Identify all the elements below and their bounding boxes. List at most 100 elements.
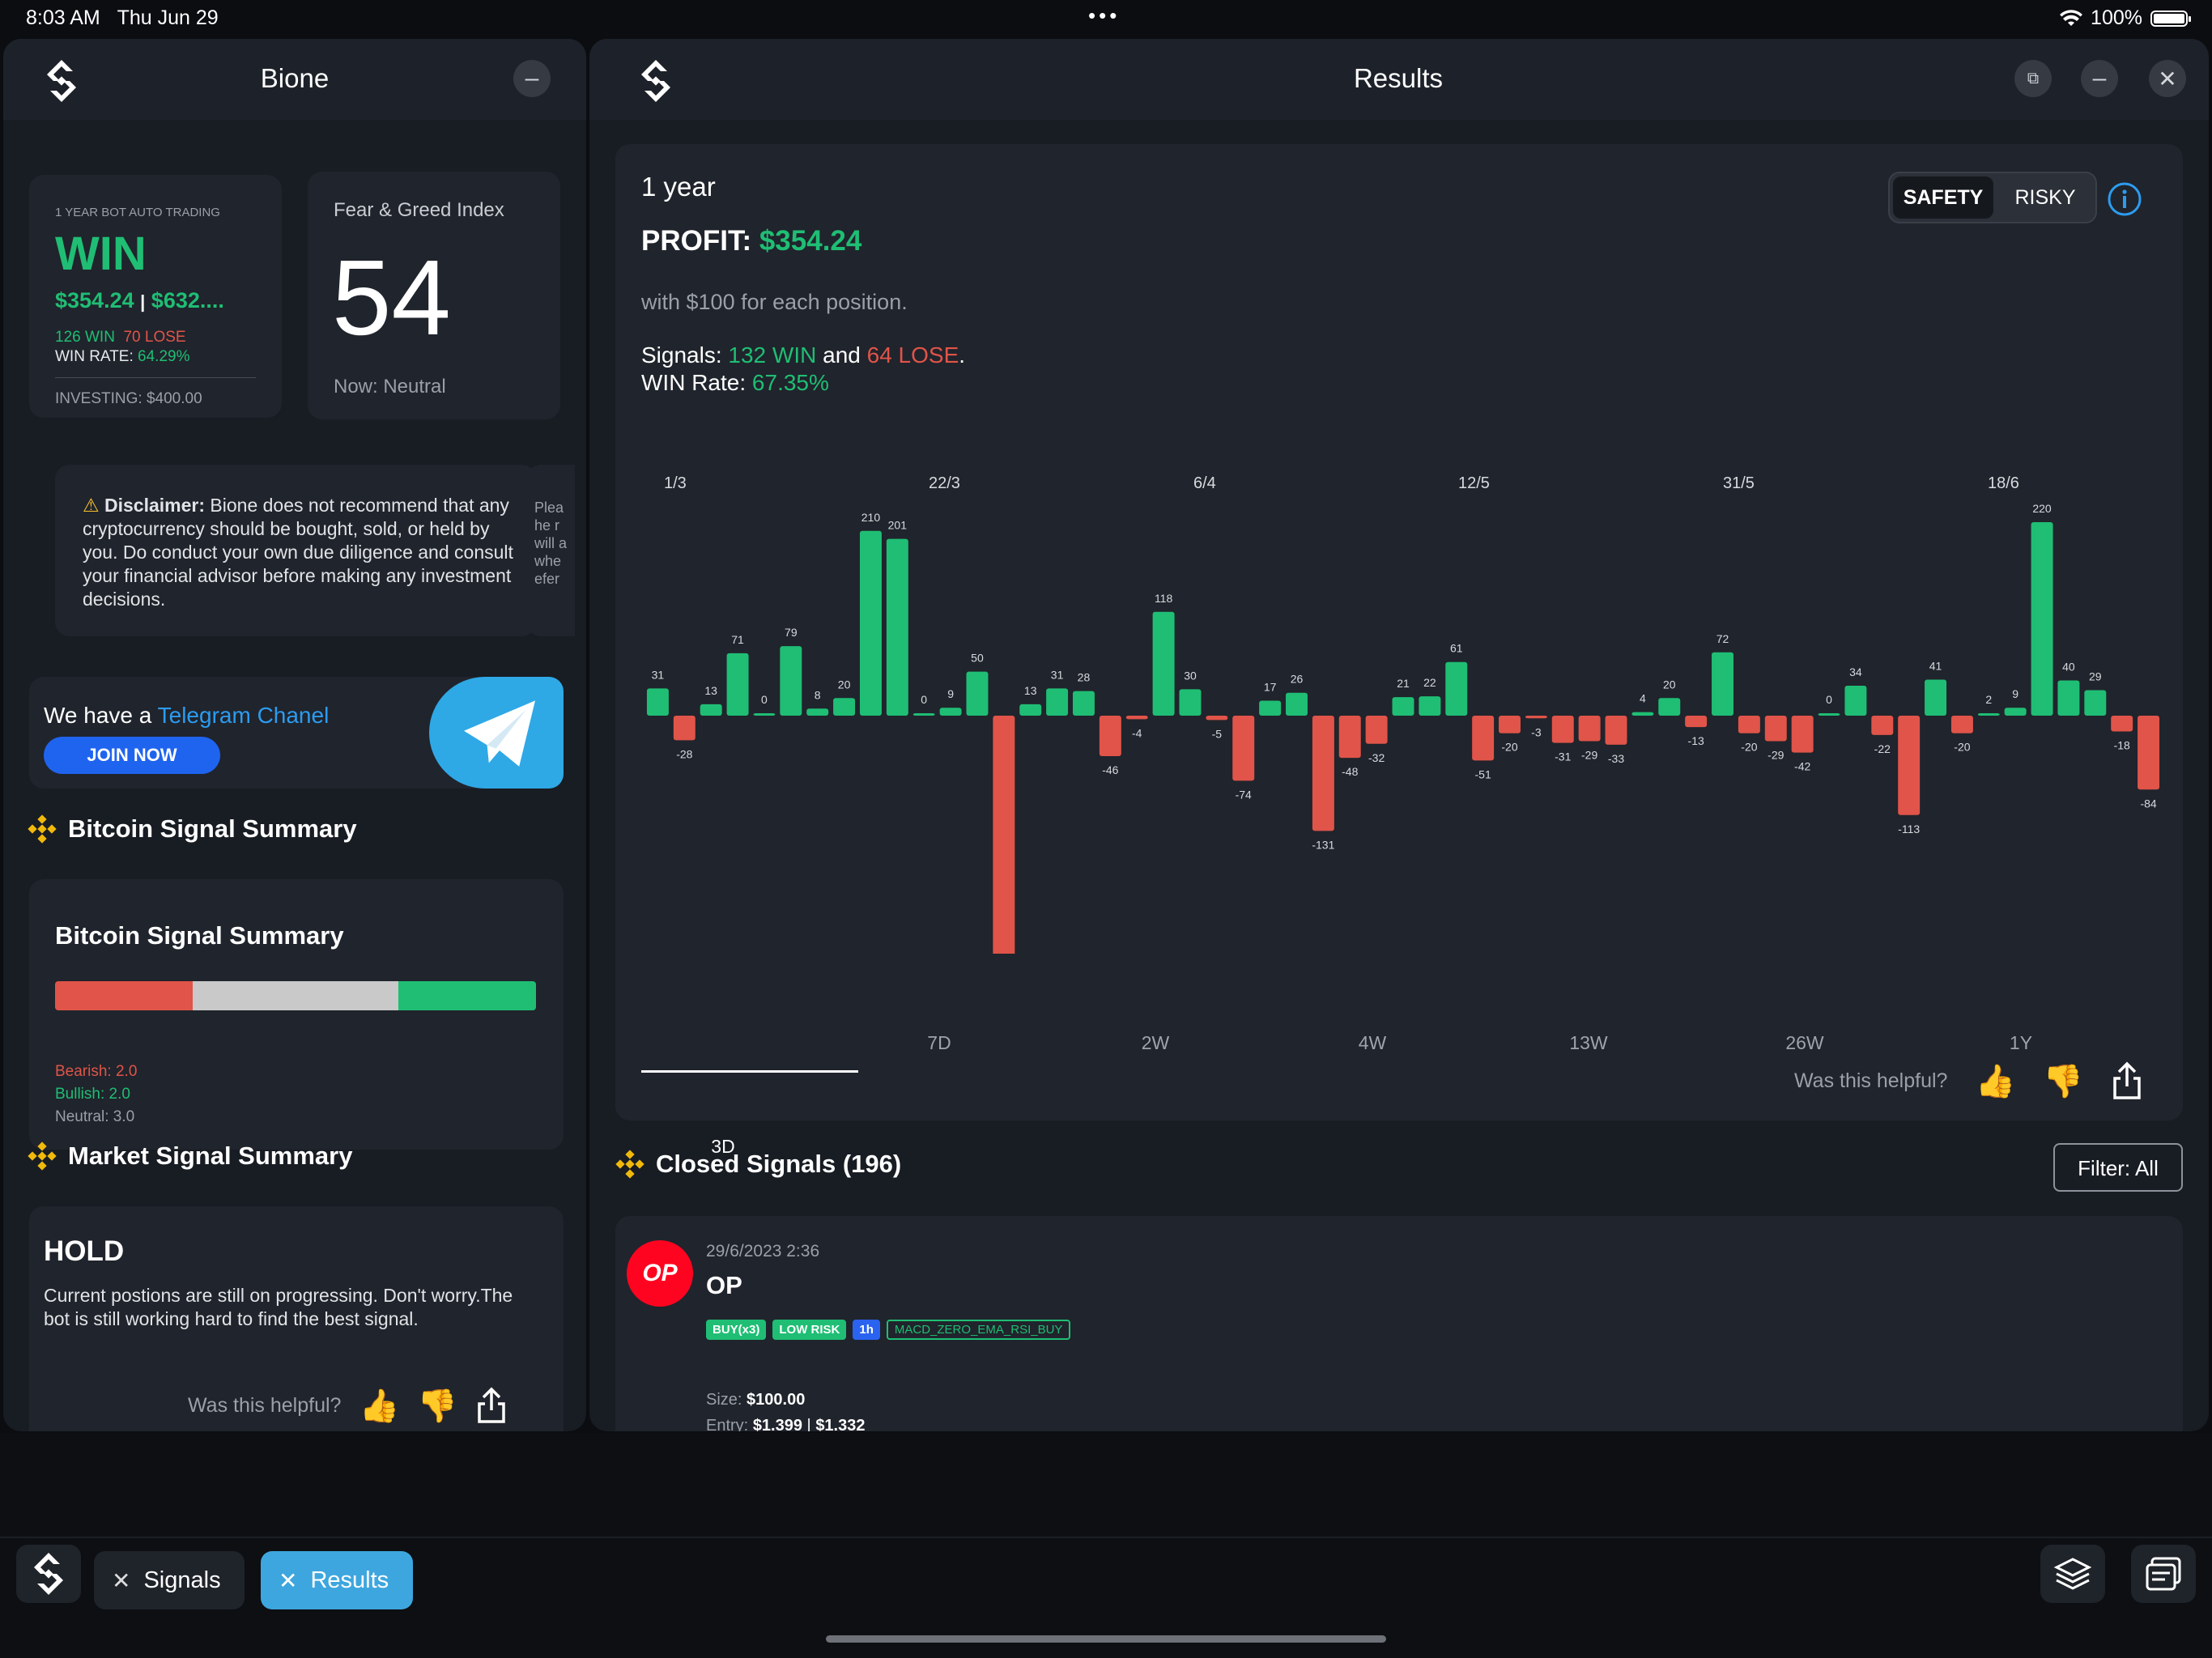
signal-tags: BUY(x3) LOW RISK 1h MACD_ZERO_EMA_RSI_BU…: [706, 1320, 1071, 1340]
share-icon[interactable]: [475, 1386, 508, 1425]
chart-bar[interactable]: [1365, 716, 1388, 744]
chart-bar[interactable]: [1764, 716, 1787, 742]
chart-bar[interactable]: [2111, 716, 2133, 732]
chart-bar[interactable]: [726, 653, 749, 716]
thumbs-up-icon[interactable]: 👍: [359, 1387, 399, 1425]
thumbs-down-icon[interactable]: 👎: [2043, 1062, 2083, 1100]
bot-trading-card[interactable]: 1 YEAR BOT AUTO TRADING WIN $354.24 | $6…: [29, 175, 282, 418]
chart-bar[interactable]: [1019, 704, 1042, 716]
telegram-banner[interactable]: We have a Telegram Chanel JOIN NOW: [29, 677, 564, 789]
minimize-button[interactable]: –: [513, 60, 551, 97]
chart-bar[interactable]: [1871, 716, 1894, 735]
chart-bar[interactable]: [1844, 686, 1867, 716]
tab-1y[interactable]: 1Y: [1956, 1032, 2086, 1054]
chart-bar[interactable]: [2138, 716, 2160, 790]
chart-bar[interactable]: [780, 646, 802, 716]
chart-bar[interactable]: [1419, 696, 1441, 716]
chart-bar[interactable]: [886, 538, 908, 716]
tab-7d[interactable]: 7D: [874, 1032, 1004, 1054]
chart-bar[interactable]: [912, 713, 935, 716]
chart-bar[interactable]: [1605, 716, 1627, 745]
thumbs-down-icon[interactable]: 👎: [417, 1387, 457, 1425]
chart-bar[interactable]: [646, 688, 669, 716]
minimize-button[interactable]: –: [2081, 60, 2118, 97]
chart-bar[interactable]: [1392, 697, 1414, 716]
chart-bar[interactable]: [1631, 712, 1654, 716]
chart-bar[interactable]: [993, 716, 1015, 954]
chart-bar[interactable]: [753, 713, 776, 716]
share-icon[interactable]: [2111, 1061, 2143, 1101]
filter-button[interactable]: Filter: All: [2053, 1143, 2183, 1192]
chart-bar[interactable]: [833, 698, 856, 716]
entry-value: $1.399: [752, 1417, 802, 1431]
chart-bar[interactable]: [1791, 716, 1814, 753]
chart-bar[interactable]: [1685, 716, 1708, 728]
chart-bar[interactable]: [1046, 688, 1069, 716]
chart-bar[interactable]: [1499, 716, 1521, 733]
chart-bar[interactable]: [1898, 716, 1921, 815]
chart-bar[interactable]: [1712, 652, 1734, 716]
tab-4w[interactable]: 4W: [1308, 1032, 1437, 1054]
chart-bar[interactable]: [2004, 708, 2027, 716]
multitasking-dots[interactable]: •••: [1088, 3, 1120, 28]
close-icon[interactable]: ✕: [112, 1567, 130, 1594]
chart-bar[interactable]: [1977, 713, 2000, 716]
close-icon[interactable]: ✕: [279, 1567, 297, 1594]
close-button[interactable]: ✕: [2149, 60, 2186, 97]
chart-bar[interactable]: [1125, 716, 1148, 720]
chart-bar[interactable]: [1578, 716, 1601, 742]
entry-value-2: $1.332: [815, 1417, 866, 1431]
chart-bar[interactable]: [1312, 716, 1334, 831]
chart-bar[interactable]: [700, 704, 722, 716]
chart-bar[interactable]: [1179, 689, 1202, 716]
chart-bar[interactable]: [673, 716, 696, 741]
chart-bar[interactable]: [1818, 713, 1840, 716]
bot-result: WIN: [55, 227, 147, 280]
chart-bar[interactable]: [1338, 716, 1361, 759]
home-app-button[interactable]: [16, 1545, 81, 1603]
chart-bar[interactable]: [966, 671, 989, 716]
chart-bar[interactable]: [1259, 700, 1282, 716]
home-indicator[interactable]: [826, 1635, 1386, 1643]
tab-2w[interactable]: 2W: [1091, 1032, 1220, 1054]
join-now-button[interactable]: JOIN NOW: [44, 737, 220, 774]
chart-bar[interactable]: [1072, 691, 1095, 716]
thumbs-up-icon[interactable]: 👍: [1975, 1062, 2015, 1100]
chart-bar[interactable]: [1950, 716, 1973, 733]
pip-button[interactable]: ⧉: [2014, 60, 2052, 97]
tab-13w[interactable]: 13W: [1524, 1032, 1653, 1054]
chart-bar[interactable]: [1286, 692, 1308, 716]
tab-26w[interactable]: 26W: [1740, 1032, 1870, 1054]
telegram-link[interactable]: Telegram Chanel: [158, 703, 330, 728]
chart-bar[interactable]: [1232, 716, 1255, 781]
chart-bar[interactable]: [1472, 716, 1495, 761]
chart-bar[interactable]: [2057, 680, 2080, 716]
chart-bar[interactable]: [1099, 716, 1121, 756]
chart-bar[interactable]: [1206, 716, 1228, 721]
chart-bar[interactable]: [1738, 716, 1760, 733]
chart-bar[interactable]: [1152, 611, 1175, 716]
chart-bar[interactable]: [1658, 698, 1681, 716]
windows-button[interactable]: [2131, 1545, 2196, 1603]
chart-bar[interactable]: [1551, 716, 1574, 743]
signals-window-tab[interactable]: ✕ Signals: [94, 1551, 245, 1609]
data-label: -18: [2114, 739, 2130, 752]
data-label: -13: [1688, 734, 1704, 747]
chart-bar[interactable]: [806, 708, 829, 716]
data-label: -20: [1954, 741, 1970, 754]
status-bar: 8:03 AM Thu Jun 29 ••• 100%: [0, 0, 2212, 37]
binance-diamond-icon: [28, 814, 57, 844]
chart-bar[interactable]: [939, 708, 962, 716]
chart-bar[interactable]: [2031, 521, 2053, 716]
chart-bar[interactable]: [859, 530, 882, 716]
fear-greed-card[interactable]: Fear & Greed Index 54 Now: Neutral: [308, 172, 560, 419]
data-label: -84: [2140, 797, 2156, 810]
layers-button[interactable]: [2040, 1545, 2105, 1603]
chart-bar[interactable]: [2084, 690, 2107, 716]
chart-bar[interactable]: [1925, 679, 1947, 716]
bitcoin-summary-card: Bitcoin Signal Summary Bearish: 2.0 Bull…: [29, 879, 564, 1150]
results-window-tab[interactable]: ✕ Results: [261, 1551, 413, 1609]
chart-bar[interactable]: [1445, 661, 1468, 716]
signal-item[interactable]: OP 29/6/2023 2:36 OP BUY(x3) LOW RISK 1h…: [615, 1216, 2183, 1431]
chart-bar[interactable]: [1525, 716, 1547, 719]
